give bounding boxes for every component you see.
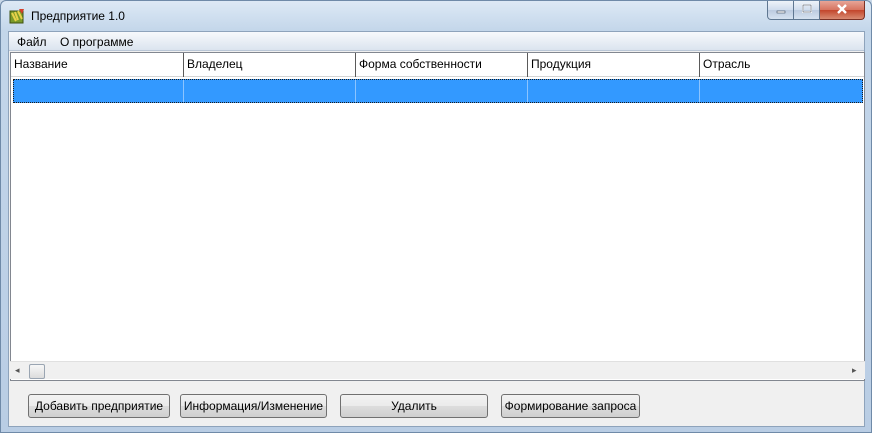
enterprise-list[interactable]: Название Владелец Форма собственности Пр… xyxy=(10,52,865,381)
build-query-button[interactable]: Формирование запроса xyxy=(501,394,640,418)
minimize-icon xyxy=(776,3,786,17)
menu-about[interactable]: О программе xyxy=(56,35,137,49)
column-header-name[interactable]: Название xyxy=(11,53,184,77)
column-header-ownership[interactable]: Форма собственности xyxy=(356,53,528,77)
cell-products[interactable] xyxy=(528,80,700,102)
scroll-right-icon[interactable]: ▸ xyxy=(852,365,857,376)
maximize-icon xyxy=(801,3,813,17)
window-title: Предприятие 1.0 xyxy=(31,9,125,23)
title-bar[interactable]: Предприятие 1.0 xyxy=(1,1,871,31)
horizontal-scrollbar[interactable]: ◂ ▸ xyxy=(10,361,865,379)
scrollbar-thumb[interactable] xyxy=(29,364,45,379)
close-icon xyxy=(836,3,848,17)
delete-button[interactable]: Удалить xyxy=(340,394,488,418)
table-row[interactable] xyxy=(13,79,863,103)
cell-name[interactable] xyxy=(14,80,184,102)
cell-industry[interactable] xyxy=(700,80,862,102)
menu-file[interactable]: Файл xyxy=(13,35,51,49)
cell-ownership[interactable] xyxy=(356,80,528,102)
main-window: Предприятие 1.0 Файл О программе Названи… xyxy=(0,0,872,433)
column-header-industry[interactable]: Отрасль xyxy=(700,53,864,77)
column-header-products[interactable]: Продукция xyxy=(528,53,700,77)
close-button[interactable] xyxy=(820,1,865,20)
add-enterprise-button[interactable]: Добавить предприятие xyxy=(28,394,170,418)
maximize-button[interactable] xyxy=(794,1,820,20)
scroll-left-icon[interactable]: ◂ xyxy=(15,365,20,376)
app-icon[interactable] xyxy=(9,8,25,24)
column-header-owner[interactable]: Владелец xyxy=(184,53,356,77)
table-header: Название Владелец Форма собственности Пр… xyxy=(11,53,864,77)
minimize-button[interactable] xyxy=(767,1,794,20)
info-edit-button[interactable]: Информация/Изменение xyxy=(180,394,327,418)
cell-owner[interactable] xyxy=(184,80,356,102)
caption-buttons xyxy=(767,1,865,20)
menu-bar: Файл О программе xyxy=(9,32,864,51)
client-area: Файл О программе Название Владелец Форма… xyxy=(8,31,865,427)
